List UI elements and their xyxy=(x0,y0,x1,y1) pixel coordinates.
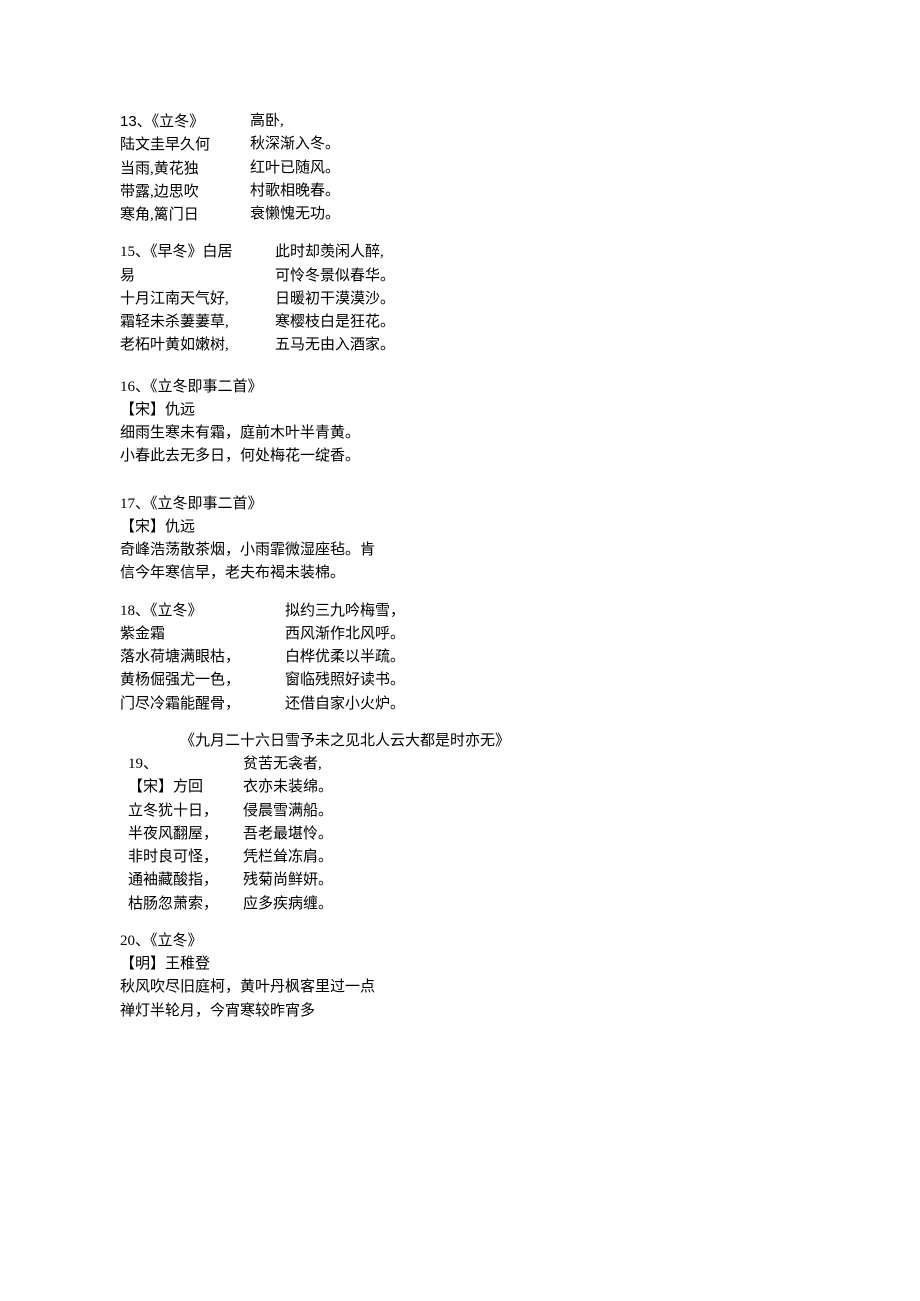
text-line: 贫苦无衾者, xyxy=(243,753,800,776)
text-line: 村歌相晚春。 xyxy=(250,180,800,203)
poem-13-right-column: 高卧, 秋深渐入冬。 红叶已随风。 村歌相晚春。 衰懒愧无功。 xyxy=(250,110,800,226)
text-line: 紫金霜 xyxy=(120,623,275,646)
poem-15: 15、《早冬》白居 易 十月江南天气好, 霜轻未杀萋萋草, 老柘叶黄如嫩树, 此… xyxy=(120,241,800,357)
text-line: 枯肠忽萧索， xyxy=(128,893,233,916)
poem-16-head: 16、《立冬即事二首》 xyxy=(120,376,800,399)
text-line: 霜轻未杀萋萋草, xyxy=(120,311,265,334)
text-line: 吾老最堪怜。 xyxy=(243,823,800,846)
text-line: 五马无由入酒家。 xyxy=(275,334,800,357)
text-line: 寒樱枝白是狂花。 xyxy=(275,311,800,334)
text-line: 秋深渐入冬。 xyxy=(250,133,800,156)
text-line: 陆文圭早久何 xyxy=(120,134,240,157)
poem-17-author: 【宋】仇远 xyxy=(120,516,800,539)
text-line: 侵晨雪满船。 xyxy=(243,800,800,823)
text-line: 落水荷塘满眼枯， xyxy=(120,646,275,669)
text-line: 禅灯半轮月，今宵寒较昨宵多 xyxy=(120,1000,800,1023)
text-line: 带露,边思吹 xyxy=(120,181,240,204)
poem-13: 13、《立冬》 陆文圭早久何 当雨,黄花独 带露,边思吹 寒角,篱门日 高卧, … xyxy=(120,110,800,227)
text-line: 应多疾病缠。 xyxy=(243,893,800,916)
poem-20: 20、《立冬》 【明】王稚登 秋风吹尽旧庭柯，黄叶丹枫客里过一点 禅灯半轮月，今… xyxy=(120,930,800,1023)
text-line: 衰懒愧无功。 xyxy=(250,203,800,226)
text-line: 寒角,篱门日 xyxy=(120,204,240,227)
poem-19-left-column: 19、 【宋】方回 立冬犹十日， 半夜风翻屋， 非时良可怪， 通袖藏酸指， 枯肠… xyxy=(128,753,243,916)
num-13: 13、《立冬》 xyxy=(120,113,204,130)
poem-18: 18、《立冬》 紫金霜 落水荷塘满眼枯， 黄杨倔强尤一色， 门尽冷霜能醒骨， 拟… xyxy=(120,600,800,716)
poem-17: 17、《立冬即事二首》 【宋】仇远 奇峰浩荡散茶烟，小雨霏微湿座毡。肯 信今年寒… xyxy=(120,493,800,586)
text-line: 白桦优柔以半疏。 xyxy=(285,646,800,669)
poem-13-head: 13、《立冬》 xyxy=(120,110,240,134)
text-line: 凭栏耸冻肩。 xyxy=(243,846,800,869)
text-line: 高卧, xyxy=(250,110,800,133)
poem-15-left-column: 15、《早冬》白居 易 十月江南天气好, 霜轻未杀萋萋草, 老柘叶黄如嫩树, xyxy=(120,241,275,357)
poem-20-author: 【明】王稚登 xyxy=(120,953,800,976)
text-line: 衣亦未装绵。 xyxy=(243,776,800,799)
text-line: 门尽冷霜能醒骨， xyxy=(120,693,275,716)
text-line: 当雨,黄花独 xyxy=(120,158,240,181)
text-line: 黄杨倔强尤一色， xyxy=(120,669,275,692)
poem-16-author: 【宋】仇远 xyxy=(120,399,800,422)
text-line: 19、 xyxy=(128,753,233,776)
poem-13-left-column: 13、《立冬》 陆文圭早久何 当雨,黄花独 带露,边思吹 寒角,篱门日 xyxy=(120,110,250,227)
text-line: 西风渐作北风呼。 xyxy=(285,623,800,646)
text-line: 通袖藏酸指， xyxy=(128,869,233,892)
text-line: 窗临残照好读书。 xyxy=(285,669,800,692)
text-line: 此时却羡闲人醉, xyxy=(275,241,800,264)
poem-15-right-column: 此时却羡闲人醉, 可怜冬景似春华。 日暖初干漠漠沙。 寒樱枝白是狂花。 五马无由… xyxy=(275,241,800,357)
text-line: 易 xyxy=(120,265,265,288)
poem-19-right-column: 贫苦无衾者, 衣亦未装绵。 侵晨雪满船。 吾老最堪怜。 凭栏耸冻肩。 残菊尚鲜妍… xyxy=(243,753,800,916)
text-line: 还借自家小火炉。 xyxy=(285,693,800,716)
text-line: 秋风吹尽旧庭柯，黄叶丹枫客里过一点 xyxy=(120,976,800,999)
poem-19-title: 《九月二十六日雪予未之见北人云大都是时亦无》 xyxy=(120,730,800,753)
text-line: 奇峰浩荡散茶烟，小雨霏微湿座毡。肯 xyxy=(120,539,800,562)
text-line: 可怜冬景似春华。 xyxy=(275,265,800,288)
poem-18-left-column: 18、《立冬》 紫金霜 落水荷塘满眼枯， 黄杨倔强尤一色， 门尽冷霜能醒骨， xyxy=(120,600,285,716)
text-line: 非时良可怪， xyxy=(128,846,233,869)
text-line: 信今年寒信早，老夫布褐未装棉。 xyxy=(120,562,800,585)
text-line: 细雨生寒未有霜，庭前木叶半青黄。 xyxy=(120,422,800,445)
text-line: 老柘叶黄如嫩树, xyxy=(120,334,265,357)
text-line: 小春此去无多日，何处梅花一绽香。 xyxy=(120,445,800,468)
poem-18-right-column: 拟约三九吟梅雪， 西风渐作北风呼。 白桦优柔以半疏。 窗临残照好读书。 还借自家… xyxy=(285,600,800,716)
poem-20-head: 20、《立冬》 xyxy=(120,930,800,953)
text-line: 【宋】方回 xyxy=(128,776,233,799)
document-page: 13、《立冬》 陆文圭早久何 当雨,黄花独 带露,边思吹 寒角,篱门日 高卧, … xyxy=(0,0,920,1237)
poem-19-columns: 19、 【宋】方回 立冬犹十日， 半夜风翻屋， 非时良可怪， 通袖藏酸指， 枯肠… xyxy=(120,753,800,916)
poem-17-head: 17、《立冬即事二首》 xyxy=(120,493,800,516)
text-line: 立冬犹十日， xyxy=(128,800,233,823)
text-line: 18、《立冬》 xyxy=(120,600,275,623)
text-line: 十月江南天气好, xyxy=(120,288,265,311)
text-line: 残菊尚鲜妍。 xyxy=(243,869,800,892)
text-line: 拟约三九吟梅雪， xyxy=(285,600,800,623)
text-line: 半夜风翻屋， xyxy=(128,823,233,846)
poem-16: 16、《立冬即事二首》 【宋】仇远 细雨生寒未有霜，庭前木叶半青黄。 小春此去无… xyxy=(120,376,800,469)
text-line: 红叶已随风。 xyxy=(250,157,800,180)
text-line: 15、《早冬》白居 xyxy=(120,241,265,264)
poem-19: 《九月二十六日雪予未之见北人云大都是时亦无》 19、 【宋】方回 立冬犹十日， … xyxy=(120,730,800,916)
text-line: 日暖初干漠漠沙。 xyxy=(275,288,800,311)
